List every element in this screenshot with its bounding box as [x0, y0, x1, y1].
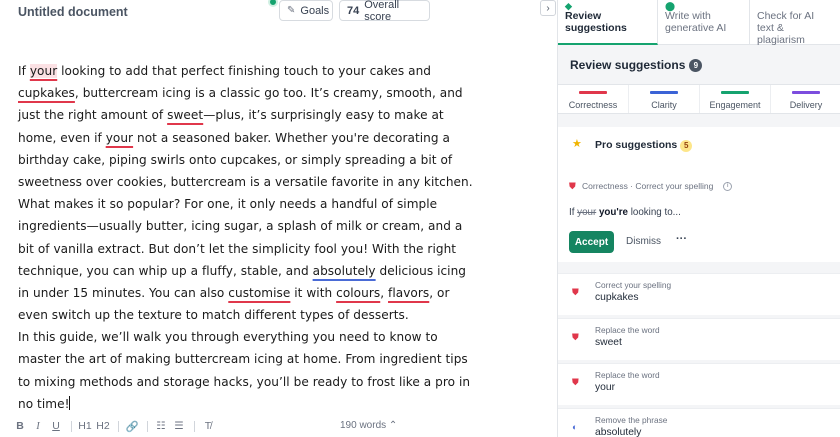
- chevron-right-icon[interactable]: ›: [540, 0, 556, 16]
- panel-tabs: ◆ Review suggestions ⬤ Write with genera…: [558, 0, 840, 46]
- category-indicator: [792, 91, 820, 94]
- flagged-word[interactable]: sweet: [167, 108, 203, 122]
- clear-format-icon[interactable]: T̸: [200, 418, 216, 434]
- category-engagement[interactable]: Engagement: [700, 85, 771, 113]
- text-line: bit of vanilla extract. But don’t let th…: [18, 241, 457, 256]
- pro-count-badge: 5: [680, 139, 693, 152]
- text-line: birthday cake, piping swirls onto cupcak…: [18, 152, 453, 167]
- suggestion-item[interactable]: ⛊ Replace the word sweet: [558, 318, 840, 360]
- goals-button[interactable]: ✎ Goals: [279, 0, 333, 21]
- dismiss-button[interactable]: Dismiss: [626, 236, 661, 247]
- flagged-word[interactable]: flavors: [388, 286, 429, 300]
- document-title[interactable]: Untitled document: [18, 5, 128, 19]
- toolbar-divider: [147, 420, 148, 432]
- text-line: What makes it so popular? For one, it on…: [18, 197, 438, 212]
- suggestion-item[interactable]: ⛊ Correct your spelling cupkakes: [558, 273, 840, 315]
- tab-review-suggestions[interactable]: ◆ Review suggestions: [558, 0, 658, 45]
- flagged-word[interactable]: cupkakes: [18, 86, 75, 100]
- text-line: technique, you can whip up a fluffy, sta…: [18, 263, 467, 278]
- flagged-word[interactable]: customise: [228, 286, 290, 300]
- suggestion-item[interactable]: ⛊ Replace the word your: [558, 363, 840, 405]
- goals-label: Goals: [300, 4, 330, 17]
- category-indicator: [721, 91, 749, 94]
- ordered-list-icon[interactable]: ☷: [153, 418, 169, 434]
- overall-score-button[interactable]: 74 Overall score: [339, 0, 430, 23]
- tab-ai-plagiarism[interactable]: Check for AI text & plagiarism: [750, 0, 840, 46]
- italic-button[interactable]: I: [30, 418, 46, 434]
- goals-icon: ✎: [287, 5, 296, 16]
- clarity-icon: ◐: [572, 422, 578, 432]
- link-icon[interactable]: 🔗: [124, 418, 140, 434]
- shield-icon: ⛊: [569, 181, 576, 191]
- shield-icon: ⛊: [572, 287, 579, 297]
- suggestion-count-badge: 9: [689, 58, 703, 72]
- pro-suggestions-label: Pro suggestions 5: [595, 139, 693, 152]
- suggestion-header: ⛊ Correctness · Correct your spelling i: [569, 181, 733, 191]
- shield-icon: ⛊: [572, 332, 579, 342]
- chevron-up-icon: ⌃: [388, 420, 398, 431]
- star-icon: ★: [572, 138, 582, 150]
- text-caret: [69, 395, 71, 410]
- text-line: even switch up the texture to match diff…: [18, 308, 409, 323]
- flagged-word[interactable]: your: [106, 131, 133, 145]
- text-line: in under 15 minutes. You can also custom…: [18, 285, 450, 300]
- heading2-button[interactable]: H2: [95, 418, 111, 434]
- text-line: ingredients—usually butter, icing sugar,…: [18, 219, 463, 234]
- status-indicator-icon: [268, 0, 278, 7]
- text-line: no time!: [18, 395, 71, 411]
- text-line: If your looking to add that perfect fini…: [18, 64, 432, 78]
- score-label: Overall score: [364, 0, 400, 23]
- category-bar: Correctness Clarity Engagement Delivery: [558, 84, 840, 114]
- category-delivery[interactable]: Delivery: [771, 85, 840, 113]
- text-line: master the art of making buttercream ici…: [18, 352, 468, 367]
- text-line: cupkakes, buttercream icing is a classic…: [18, 86, 463, 101]
- bulleted-list-icon[interactable]: ☰: [171, 418, 187, 434]
- heading1-button[interactable]: H1: [77, 418, 93, 434]
- category-indicator: [650, 91, 678, 94]
- bold-button[interactable]: B: [12, 418, 28, 434]
- flagged-word[interactable]: absolutely: [313, 264, 376, 278]
- panel-title: Review suggestions 9: [570, 58, 703, 72]
- toolbar-divider: [194, 420, 195, 432]
- category-clarity[interactable]: Clarity: [629, 85, 700, 113]
- pin-icon: ⬤: [665, 1, 676, 11]
- text-line: home, even if your not a seasoned baker.…: [18, 130, 450, 145]
- suggestion-item[interactable]: ◐ Remove the phrase absolutely: [558, 408, 840, 437]
- tab-generative-ai[interactable]: ⬤ Write with generative AI: [658, 0, 750, 45]
- suggestion-preview: If your you're looking to...: [569, 207, 681, 218]
- text-line: sweetness over cookies, buttercream is a…: [18, 174, 473, 189]
- more-options-icon[interactable]: ···: [676, 233, 687, 245]
- accept-button[interactable]: Accept: [569, 231, 614, 253]
- flagged-word[interactable]: your: [29, 64, 58, 78]
- grammarly-g-icon: ◆: [565, 1, 572, 11]
- suggestions-list: ★ Pro suggestions 5 ⛊ Correctness · Corre…: [558, 115, 840, 437]
- toolbar-divider: [118, 420, 119, 432]
- category-correctness[interactable]: Correctness: [558, 85, 629, 113]
- pro-suggestions-card[interactable]: ★ Pro suggestions 5: [558, 127, 840, 171]
- text-line: In this guide, we’ll walk you through ev…: [18, 330, 438, 345]
- shield-icon: ⛊: [572, 377, 579, 387]
- info-icon[interactable]: i: [723, 181, 733, 191]
- assistant-panel: ◆ Review suggestions ⬤ Write with genera…: [557, 0, 840, 437]
- underline-button[interactable]: U: [48, 418, 64, 434]
- score-value: 74: [347, 4, 360, 17]
- flagged-word[interactable]: colours: [336, 286, 380, 300]
- text-line: just the right amount of sweet—plus, it’…: [18, 108, 444, 123]
- toolbar-divider: [71, 420, 72, 432]
- document-body[interactable]: If your looking to add that perfect fini…: [18, 60, 473, 415]
- shield-check-icon: [757, 0, 834, 10]
- editor-pane: Untitled document ✎ Goals 74 Overall sco…: [0, 0, 556, 437]
- text-line: to mixing methods and storage hacks, you…: [18, 374, 471, 389]
- category-indicator: [579, 91, 607, 94]
- word-count-button[interactable]: 190 words ⌃: [340, 420, 397, 431]
